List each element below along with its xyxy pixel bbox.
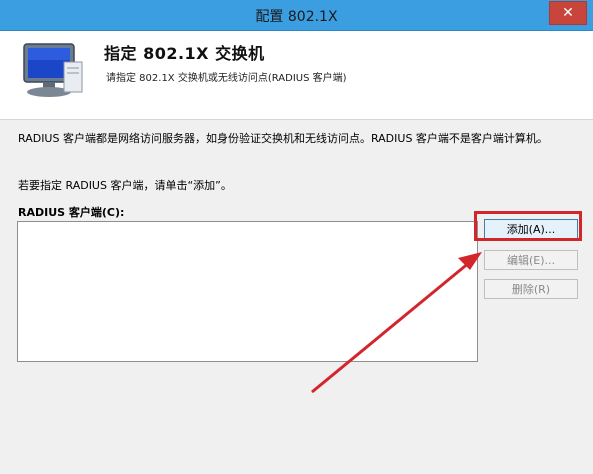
annotation-arrow-icon	[311, 252, 482, 394]
